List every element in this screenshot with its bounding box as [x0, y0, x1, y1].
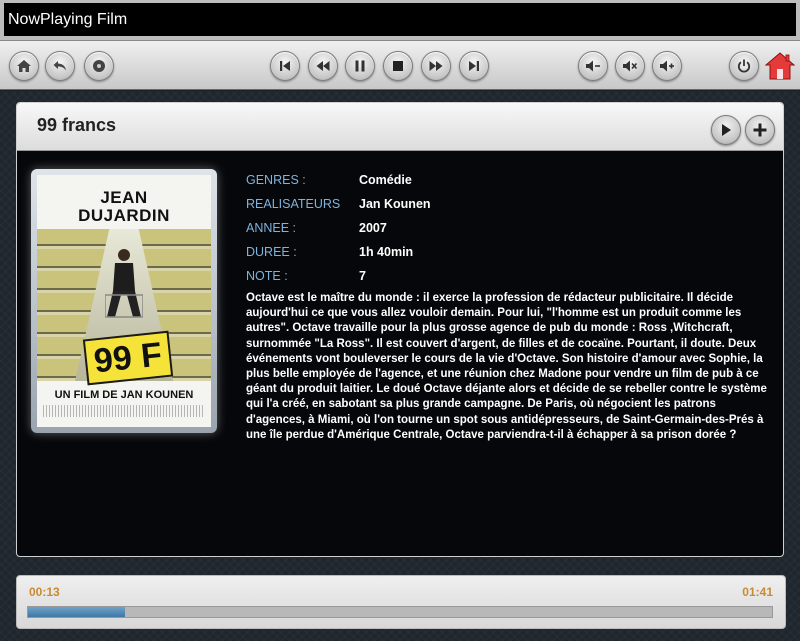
skip-previous-button[interactable]: [270, 51, 300, 81]
window-title: NowPlaying Film: [4, 3, 796, 36]
fast-forward-button[interactable]: [421, 51, 451, 81]
progress-slider[interactable]: [27, 606, 773, 618]
film-details-panel: 99 francs JEAN DUJARDIN 99 F UN FILM DE …: [16, 102, 784, 557]
add-icon: [753, 123, 767, 137]
poster-director: UN FILM DE JAN KOUNEN: [54, 389, 194, 401]
poster-actor-first: JEAN: [100, 188, 148, 207]
meta-row-directors: REALISATEURS Jan Kounen: [246, 194, 546, 218]
power-icon: [737, 59, 751, 73]
volume-down-button[interactable]: [578, 51, 608, 81]
volume-down-icon: [586, 60, 600, 72]
poster-actor-last: DUJARDIN: [78, 206, 170, 225]
rewind-icon: [316, 61, 330, 71]
mute-icon: [623, 60, 638, 72]
toolbar: [0, 40, 800, 90]
total-time: 01:41: [742, 585, 773, 599]
red-home-icon: [764, 52, 796, 80]
disc-button[interactable]: [84, 51, 114, 81]
meta-label: NOTE :: [246, 269, 288, 283]
meta-label: ANNEE :: [246, 221, 297, 235]
skip-previous-icon: [280, 61, 290, 71]
progress-fill: [28, 607, 125, 617]
poster-actor-name: JEAN DUJARDIN: [37, 189, 211, 225]
meta-value: 2007: [359, 221, 387, 235]
volume-up-icon: [660, 60, 674, 72]
mute-button[interactable]: [615, 51, 645, 81]
film-title: 99 francs: [37, 115, 117, 135]
pause-icon: [355, 60, 365, 72]
stop-icon: [393, 61, 403, 71]
meta-value: Jan Kounen: [359, 197, 431, 211]
red-home-button[interactable]: [764, 51, 796, 81]
poster-badge: 99 F: [82, 330, 174, 386]
disc-icon: [93, 60, 105, 72]
film-header: 99 francs: [17, 103, 783, 151]
poster-credits: [43, 405, 205, 417]
meta-label: GENRES :: [246, 173, 306, 187]
meta-value: 1h 40min: [359, 245, 414, 259]
volume-up-button[interactable]: [652, 51, 682, 81]
meta-label: REALISATEURS: [246, 197, 341, 211]
playback-bar: 00:13 01:41: [16, 575, 786, 629]
poster-figure: [105, 249, 143, 318]
play-film-button[interactable]: [711, 115, 741, 145]
meta-label: DUREE :: [246, 245, 297, 259]
meta-row-year: ANNEE : 2007: [246, 218, 546, 242]
film-poster-frame: JEAN DUJARDIN 99 F UN FILM DE JAN KOUNEN: [31, 169, 217, 433]
meta-row-genres: GENRES : Comédie: [246, 170, 546, 194]
pause-button[interactable]: [345, 51, 375, 81]
stop-button[interactable]: [383, 51, 413, 81]
meta-row-duration: DUREE : 1h 40min: [246, 242, 546, 266]
skip-next-button[interactable]: [459, 51, 489, 81]
meta-value: 7: [359, 269, 366, 283]
fast-forward-icon: [429, 61, 443, 71]
meta-value: Comédie: [359, 173, 412, 187]
home-icon: [17, 60, 31, 72]
film-synopsis: Octave est le maître du monde : il exerc…: [246, 292, 767, 441]
film-poster: JEAN DUJARDIN 99 F UN FILM DE JAN KOUNEN: [37, 175, 211, 427]
back-button[interactable]: [45, 51, 75, 81]
title-bar: NowPlaying Film: [0, 0, 800, 40]
current-time: 00:13: [29, 585, 60, 599]
back-icon: [53, 61, 66, 71]
add-film-button[interactable]: [745, 115, 775, 145]
home-button[interactable]: [9, 51, 39, 81]
film-metadata: GENRES : Comédie REALISATEURS Jan Kounen…: [246, 170, 546, 290]
meta-row-rating: NOTE : 7: [246, 266, 546, 290]
rewind-button[interactable]: [308, 51, 338, 81]
skip-next-icon: [469, 61, 479, 71]
power-button[interactable]: [729, 51, 759, 81]
play-icon: [722, 124, 731, 136]
